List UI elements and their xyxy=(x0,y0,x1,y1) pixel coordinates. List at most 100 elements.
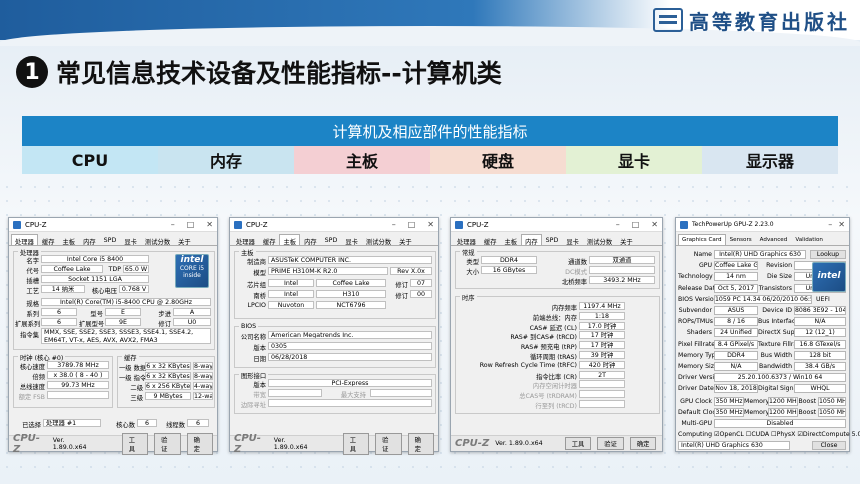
tab-6[interactable]: 测试分数 xyxy=(583,234,616,246)
close-icon[interactable]: ✕ xyxy=(206,220,213,229)
tab-2[interactable]: Advanced xyxy=(756,234,792,245)
field-value: 1200 MHz xyxy=(768,408,798,417)
tab-0[interactable]: 处理器 xyxy=(11,234,38,246)
minimize-icon[interactable]: – xyxy=(828,220,832,229)
validate-button[interactable]: 验证 xyxy=(597,437,624,450)
field-value: 9E xyxy=(105,318,141,326)
window-title: CPU-Z xyxy=(25,220,47,229)
field-label: 版本 xyxy=(253,382,266,389)
field-label: Device ID xyxy=(762,307,792,314)
field-value[interactable]: 处理器 #1 xyxy=(43,419,101,427)
tab-2[interactable]: 主板 xyxy=(500,234,521,246)
minimize-icon[interactable]: – xyxy=(616,220,620,229)
field-value: PCI-Express xyxy=(268,379,432,387)
tab-3[interactable]: 内存 xyxy=(300,234,321,246)
minimize-icon[interactable]: – xyxy=(392,220,396,229)
tab-2[interactable]: 主板 xyxy=(58,234,79,246)
tab-6[interactable]: 测试分数 xyxy=(362,234,395,246)
field-value xyxy=(47,391,109,399)
field-value: 65.0 W xyxy=(123,265,149,273)
close-icon[interactable]: ✕ xyxy=(838,220,845,229)
tab-bar: 处理器 缓存 主板 内存 SPD 显卡 测试分数 关于 xyxy=(9,232,217,246)
tab-5[interactable]: 显卡 xyxy=(120,234,141,246)
tab-3[interactable]: 内存 xyxy=(521,234,542,246)
field-label: Pixel Fillrate xyxy=(678,340,716,348)
ok-button[interactable]: 确定 xyxy=(629,437,657,450)
field-value: N/A xyxy=(794,317,846,327)
field-label: 日期 xyxy=(253,356,266,363)
uefi-checkbox[interactable]: UEFI xyxy=(816,296,846,303)
field-label: Memory xyxy=(744,409,770,416)
computing-options[interactable]: ☑OpenCL ☐CUDA ☐PhysX ☑DirectCompute 5.0 xyxy=(714,431,860,438)
close-button[interactable]: Close xyxy=(812,441,846,450)
field-label: Memory xyxy=(744,398,770,405)
tab-0[interactable]: Graphics Card xyxy=(678,234,726,245)
window-controls[interactable]: – □ ✕ xyxy=(392,220,434,229)
field-value: 3789.78 MHz xyxy=(47,361,109,369)
field-label: Memory Size xyxy=(678,363,718,370)
tools-button[interactable]: 工具 xyxy=(342,432,370,455)
field-label: CAS# 延迟 (CL) xyxy=(529,324,577,332)
cpuz-brand: CPU-Z xyxy=(234,432,261,455)
ok-button[interactable]: 确定 xyxy=(407,432,434,455)
table-columns: CPU 内存 主板 硬盘 显卡 显示器 xyxy=(22,146,838,174)
field-value: 1197.4 MHz xyxy=(579,302,625,310)
field-label: GPU xyxy=(698,262,712,270)
tab-6[interactable]: 测试分数 xyxy=(141,234,174,246)
tab-7[interactable]: 关于 xyxy=(616,234,637,246)
validate-button[interactable]: 验证 xyxy=(154,432,181,455)
group-title: 时序 xyxy=(460,293,477,302)
footer-bar: CPU-Z Ver. 1.89.0.x64 工具 验证 确定 xyxy=(230,432,438,455)
gpuz-icon xyxy=(680,220,688,229)
tab-7[interactable]: 关于 xyxy=(174,234,195,246)
field-label: 代号 xyxy=(26,268,39,275)
ok-button[interactable]: 确定 xyxy=(186,432,213,455)
gpu-select[interactable]: Intel(R) UHD Graphics 630 xyxy=(678,441,790,450)
tab-7[interactable]: 关于 xyxy=(395,234,416,246)
field-label: Name xyxy=(693,251,712,258)
close-icon[interactable]: ✕ xyxy=(651,220,658,229)
tab-0[interactable]: 处理器 xyxy=(232,234,259,246)
tab-1[interactable]: Sensors xyxy=(726,234,756,245)
tab-4[interactable]: SPD xyxy=(321,234,342,245)
tab-3[interactable]: Validation xyxy=(791,234,827,245)
close-icon[interactable]: ✕ xyxy=(427,220,434,229)
tools-button[interactable]: 工具 xyxy=(121,432,149,455)
tab-3[interactable]: 内存 xyxy=(79,234,100,246)
field-label: Boost xyxy=(798,398,816,405)
lookup-button[interactable]: Lookup xyxy=(810,250,846,259)
field-value: Socket 1151 LGA xyxy=(41,275,149,283)
tab-4[interactable]: SPD xyxy=(542,234,563,245)
logo-text: inside xyxy=(183,272,201,279)
maximize-icon[interactable]: □ xyxy=(187,220,195,229)
window-controls[interactable]: – □ ✕ xyxy=(616,220,658,229)
window-controls[interactable]: – ✕ xyxy=(828,220,845,229)
validate-button[interactable]: 验证 xyxy=(375,432,402,455)
app-icon xyxy=(13,220,21,229)
title-bar: CPU-Z – □ ✕ xyxy=(230,218,438,232)
tab-4[interactable]: SPD xyxy=(100,234,121,245)
field-value: DDR4 xyxy=(481,256,537,264)
maximize-icon[interactable]: □ xyxy=(408,220,416,229)
field-label: 制造商 xyxy=(247,259,266,266)
window-controls[interactable]: – □ ✕ xyxy=(171,220,213,229)
field-value: 9 MBytes xyxy=(145,392,191,400)
tab-2[interactable]: 主板 xyxy=(279,234,301,246)
tab-5[interactable]: 显卡 xyxy=(341,234,362,246)
field-value xyxy=(370,389,432,397)
tools-button[interactable]: 工具 xyxy=(564,437,592,450)
minimize-icon[interactable]: – xyxy=(171,220,175,229)
tab-0[interactable]: 处理器 xyxy=(453,234,480,246)
field-value: Intel xyxy=(268,279,314,287)
title-bar: CPU-Z – □ ✕ xyxy=(451,218,662,232)
field-label: DC模式 xyxy=(565,269,587,276)
tab-1[interactable]: 缓存 xyxy=(259,234,280,246)
tab-1[interactable]: 缓存 xyxy=(38,234,59,246)
tab-5[interactable]: 显卡 xyxy=(562,234,583,246)
window-title: CPU-Z xyxy=(246,220,268,229)
field-label: Texture Fillrate xyxy=(758,340,804,348)
field-value: 1050 MHz xyxy=(818,397,846,406)
maximize-icon[interactable]: □ xyxy=(632,220,640,229)
tab-1[interactable]: 缓存 xyxy=(480,234,501,246)
field-value: WHQL xyxy=(794,384,846,394)
